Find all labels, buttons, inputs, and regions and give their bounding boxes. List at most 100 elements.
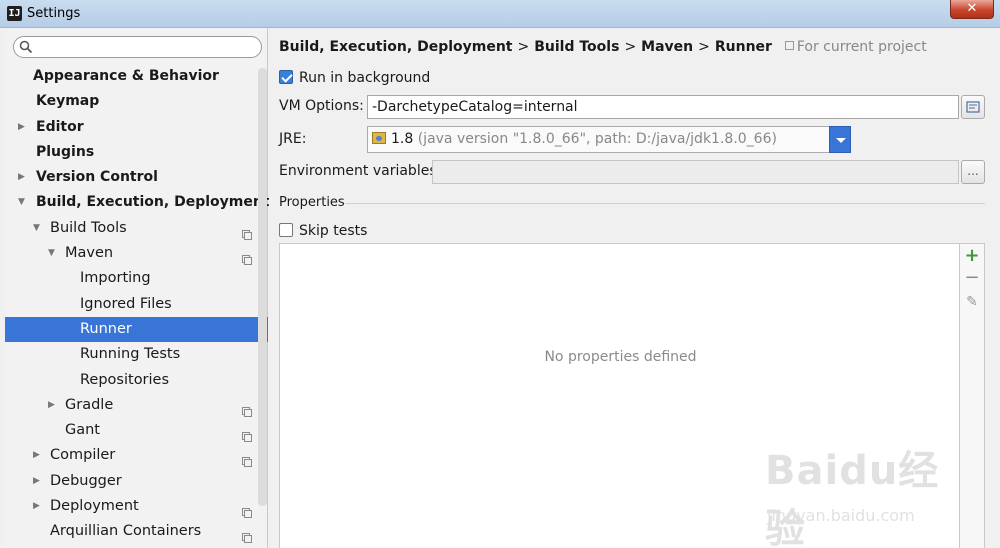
sidebar-item-compiler[interactable]: ▶ Compiler	[5, 443, 258, 468]
sidebar-item-label: Version Control	[36, 169, 158, 186]
run-in-background-checkbox[interactable]	[279, 70, 293, 84]
settings-sidebar: Appearance & Behavior Keymap ▶ Editor Plugin…	[5, 28, 270, 548]
collapsed-arrow-icon[interactable]: ▶	[18, 115, 30, 140]
project-scope-icon	[784, 41, 794, 50]
sidebar-item-running-tests[interactable]: Running Tests	[5, 342, 258, 367]
jdk-folder-icon	[372, 132, 386, 144]
collapsed-arrow-icon[interactable]: ▶	[33, 443, 45, 468]
env-vars-input[interactable]	[432, 160, 959, 184]
settings-tree: Appearance & Behavior Keymap ▶ Editor Plugin…	[5, 64, 270, 545]
env-vars-browse-button[interactable]: ...	[961, 160, 985, 184]
collapsed-arrow-icon[interactable]: ▶	[33, 494, 45, 519]
skip-tests-checkbox[interactable]	[279, 223, 293, 237]
breadcrumb-separator: >	[624, 39, 637, 55]
collapsed-arrow-icon[interactable]: ▶	[33, 469, 45, 494]
sidebar-item-appearance-behavior[interactable]: Appearance & Behavior	[5, 64, 258, 89]
run-in-background-row[interactable]: Run in background	[279, 70, 430, 86]
vm-options-input[interactable]: -DarchetypeCatalog=internal	[367, 95, 959, 119]
sidebar-item-ignored-files[interactable]: Ignored Files	[5, 292, 258, 317]
project-level-icon	[242, 249, 252, 266]
vm-options-label: VM Options:	[279, 98, 364, 114]
project-level-icon	[242, 527, 252, 544]
run-in-background-label: Run in background	[299, 70, 431, 86]
expanded-arrow-icon[interactable]: ▼	[18, 190, 30, 215]
sidebar-item-repositories[interactable]: Repositories	[5, 368, 258, 393]
sidebar-item-gant[interactable]: Gant	[5, 418, 258, 443]
settings-search-input[interactable]	[13, 36, 262, 58]
sidebar-item-label: Importing	[80, 270, 151, 287]
sidebar-item-label: Running Tests	[80, 346, 181, 363]
sidebar-item-debugger[interactable]: ▶ Debugger	[5, 469, 258, 494]
sidebar-item-label: Gradle	[65, 396, 114, 413]
collapsed-arrow-icon[interactable]: ▶	[18, 165, 30, 190]
search-text[interactable]	[36, 39, 256, 55]
sidebar-item-label: Plugins	[36, 143, 95, 160]
sidebar-item-arquillian-containers[interactable]: Arquillian Containers	[5, 519, 258, 544]
sidebar-item-label: Appearance & Behavior	[33, 68, 219, 84]
sidebar-item-build-execution-deployment[interactable]: ▼ Build, Execution, Deployment	[5, 190, 270, 215]
expanded-arrow-icon[interactable]: ▼	[33, 216, 45, 241]
sidebar-item-editor[interactable]: ▶ Editor	[5, 115, 258, 140]
sidebar-item-label: Gant	[65, 422, 100, 439]
sidebar-item-build-tools[interactable]: ▼ Build Tools	[5, 216, 258, 241]
expanded-arrow-icon[interactable]: ▼	[48, 241, 60, 266]
project-scope-label: For current project	[784, 39, 927, 55]
breadcrumb-item: Build, Execution, Deployment	[279, 39, 513, 55]
sidebar-item-version-control[interactable]: ▶ Version Control	[5, 165, 258, 190]
jre-detail: (java version "1.8.0_66", path: D:/java/…	[417, 131, 777, 147]
sidebar-item-plugins[interactable]: Plugins	[5, 140, 258, 165]
project-scope-text: For current project	[796, 39, 927, 55]
breadcrumb-separator: >	[698, 39, 710, 55]
window-title: Settings	[27, 6, 81, 21]
jre-label: JRE:	[279, 131, 307, 147]
window-title-bar: IJ Settings ✕	[0, 0, 1000, 28]
remove-icon[interactable]: −	[964, 269, 980, 287]
properties-section-header: Properties	[279, 195, 985, 210]
chevron-down-icon[interactable]	[829, 126, 851, 153]
collapsed-arrow-icon[interactable]: ▶	[48, 393, 60, 418]
sidebar-item-label: Build Tools	[50, 219, 127, 236]
sidebar-item-label: Repositories	[80, 371, 170, 388]
sidebar-item-keymap[interactable]: Keymap	[5, 89, 258, 114]
skip-tests-row[interactable]: Skip tests	[279, 223, 367, 239]
add-icon[interactable]: +	[964, 247, 980, 265]
properties-empty-text: No properties defined	[544, 349, 697, 365]
sidebar-item-importing[interactable]: Importing	[5, 266, 258, 291]
project-level-icon	[242, 451, 252, 468]
sidebar-item-label: Deployment	[50, 498, 139, 515]
search-icon	[19, 40, 33, 54]
window-close-button[interactable]: ✕	[950, 0, 994, 19]
sidebar-item-label: Compiler	[50, 447, 116, 464]
sidebar-item-label: Keymap	[36, 93, 100, 110]
expand-editor-icon	[966, 101, 980, 113]
sidebar-item-gradle[interactable]: ▶ Gradle	[5, 393, 258, 418]
intellij-app-icon: IJ	[7, 6, 22, 21]
sidebar-item-label: Ignored Files	[80, 295, 172, 312]
sidebar-item-label: Arquillian Containers	[50, 523, 202, 540]
sidebar-item-label: Runner	[80, 320, 132, 337]
section-divider	[345, 203, 985, 204]
settings-content: Build, Execution, Deployment > Build Tools…	[269, 28, 1000, 548]
project-level-icon	[242, 224, 252, 240]
sidebar-item-label: Debugger	[50, 472, 122, 489]
env-vars-label: Environment variables:	[279, 163, 442, 179]
edit-icon[interactable]: ✎	[964, 294, 980, 310]
sidebar-item-deployment[interactable]: ▶ Deployment	[5, 494, 258, 519]
expand-vm-options-button[interactable]	[961, 95, 985, 119]
sidebar-item-runner[interactable]: Runner	[5, 316, 268, 343]
properties-toolbar: + − ✎	[960, 243, 985, 548]
breadcrumb-item: Build Tools	[534, 39, 620, 55]
sidebar-scrollbar[interactable]	[258, 68, 267, 506]
jre-dropdown[interactable]: 1.8 (java version "1.8.0_66", path: D:/j…	[367, 126, 851, 153]
project-level-icon	[242, 426, 252, 443]
sidebar-item-label: Build, Execution, Deployment	[36, 194, 270, 211]
project-level-icon	[242, 401, 252, 417]
breadcrumb-item: Runner	[714, 39, 772, 55]
project-level-icon	[242, 502, 252, 519]
breadcrumb-separator: >	[517, 39, 530, 55]
sidebar-item-maven[interactable]: ▼ Maven	[5, 241, 258, 266]
properties-table[interactable]: No properties defined	[279, 243, 960, 548]
jre-version: 1.8	[391, 131, 414, 147]
sidebar-item-label: Maven	[65, 245, 114, 262]
skip-tests-label: Skip tests	[299, 223, 368, 239]
